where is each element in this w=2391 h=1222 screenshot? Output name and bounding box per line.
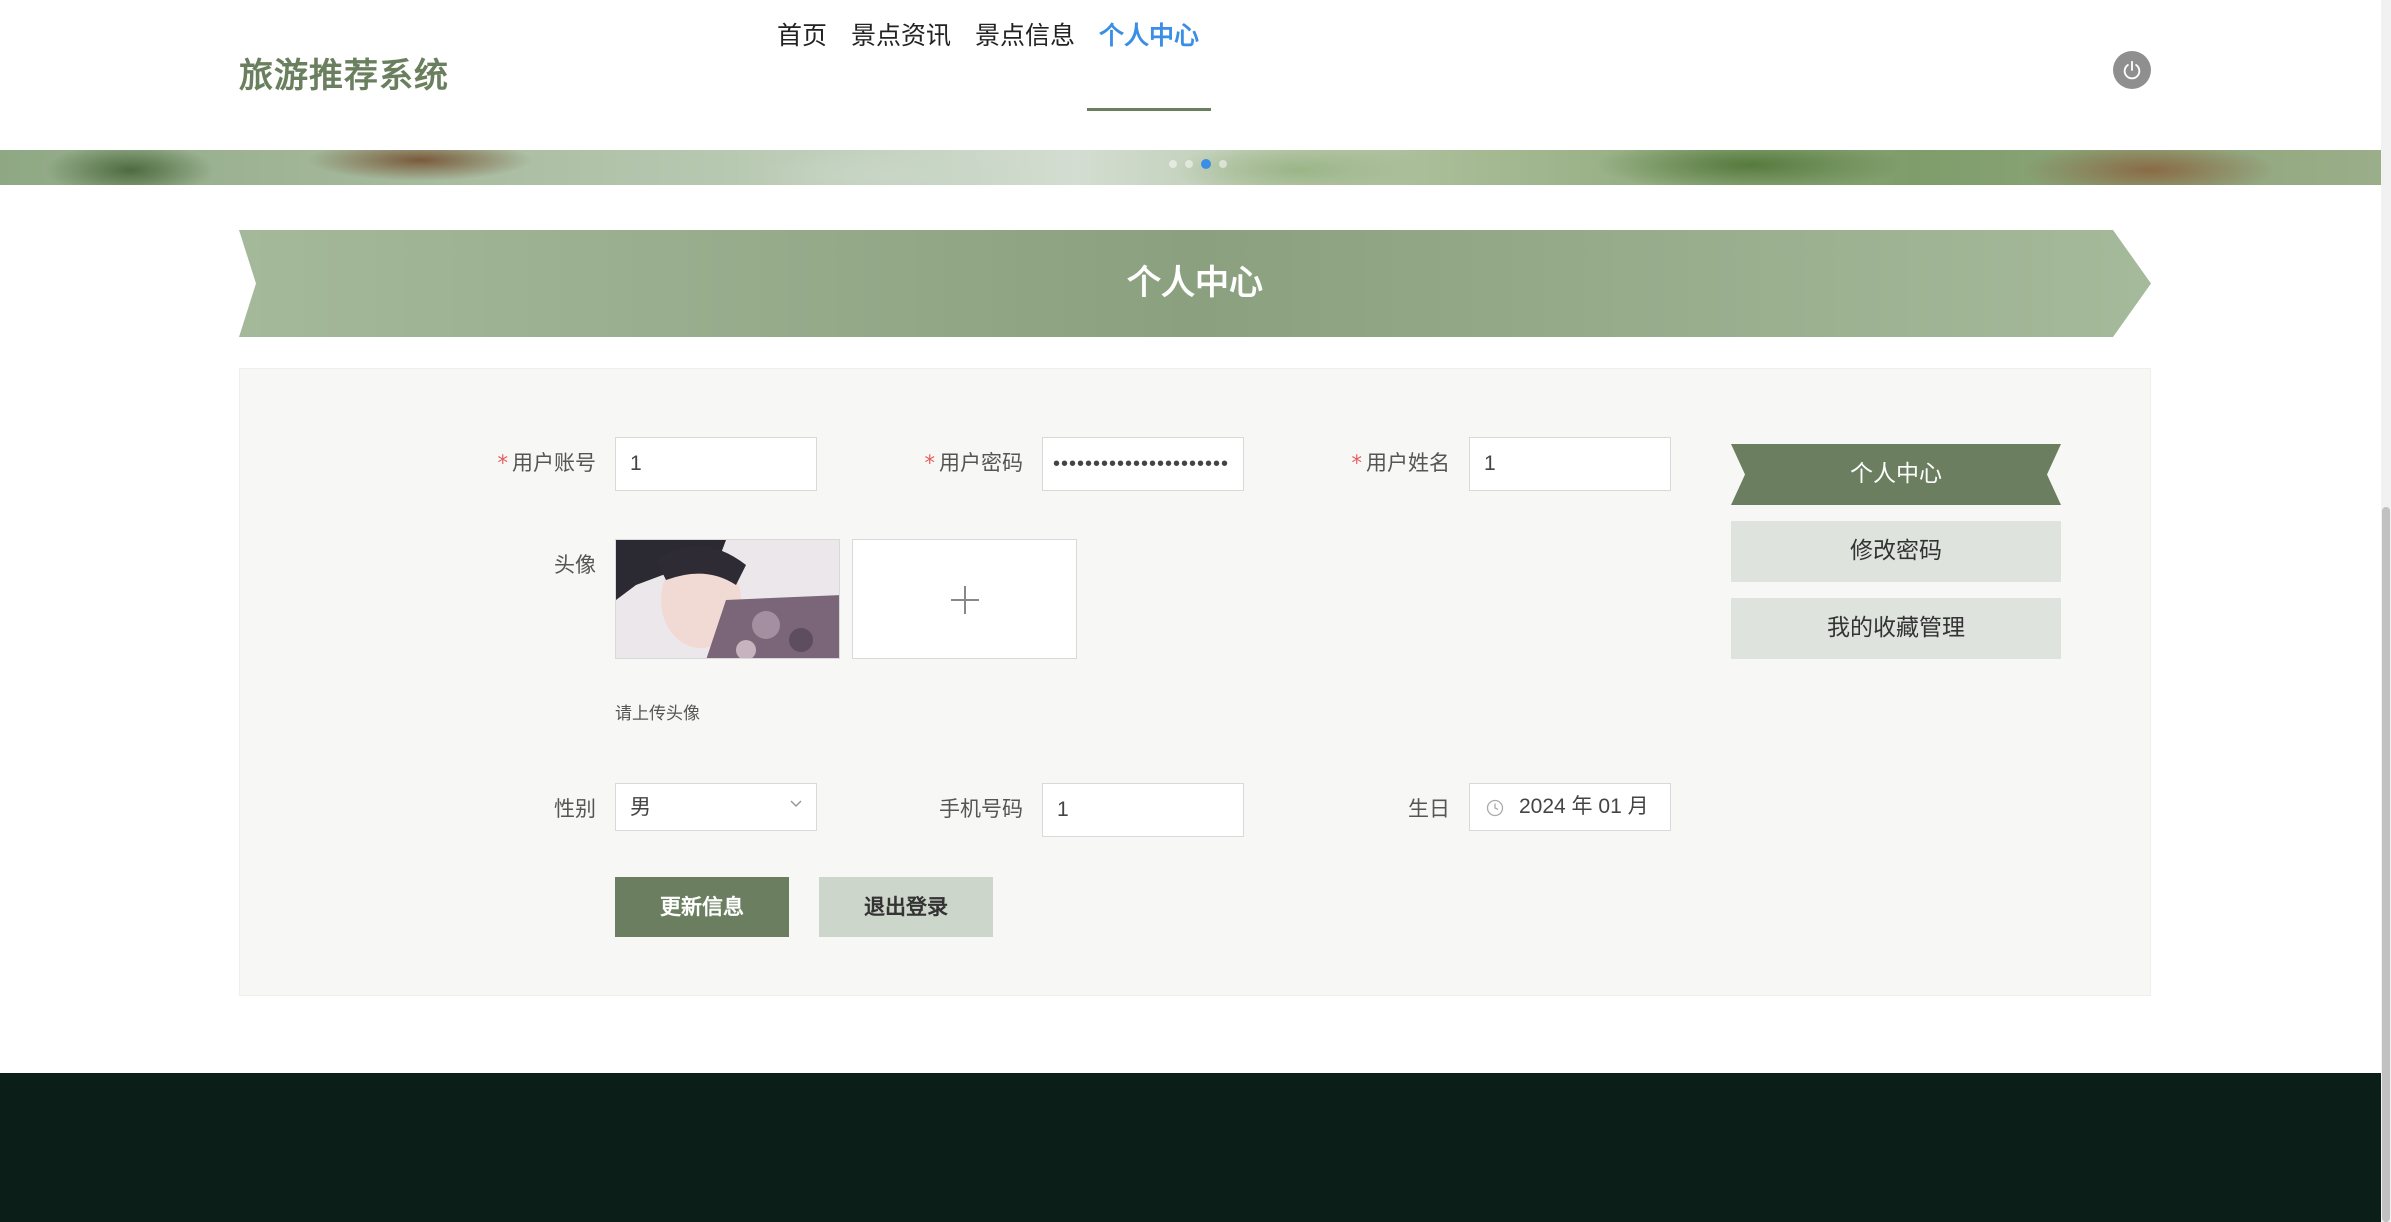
side-menu-change-password[interactable]: 修改密码 xyxy=(1731,521,2061,582)
nav-attraction-info[interactable]: 景点信息 xyxy=(963,0,1087,112)
chevron-down-icon xyxy=(790,800,802,808)
nav-home-label: 首页 xyxy=(777,21,828,50)
password-input[interactable]: •••••••••••••••••••••• xyxy=(1042,437,1244,491)
top-header: 旅游推荐系统 首页 景点资讯 景点信息 个人中心 xyxy=(0,0,2391,150)
nav-attraction-info-label: 景点信息 xyxy=(975,21,1076,50)
nav-home[interactable]: 首页 xyxy=(765,0,839,112)
main-nav: 首页 景点资讯 景点信息 个人中心 xyxy=(765,0,1212,112)
clock-icon xyxy=(1486,799,1504,817)
scrollbar-thumb[interactable] xyxy=(2382,507,2390,1222)
required-mark: * xyxy=(1351,451,1363,475)
avatar-hint: 请上传头像 xyxy=(615,704,700,724)
carousel-dots xyxy=(1169,159,1227,169)
nav-personal-center-label: 个人中心 xyxy=(1099,21,1200,50)
section-title: 个人中心 xyxy=(1127,263,1263,303)
logout-button[interactable]: 退出登录 xyxy=(819,877,993,937)
birthday-value: 2024 年 01 月 xyxy=(1519,795,1649,818)
avatar-label: 头像 xyxy=(554,553,596,577)
password-label: * 用户密码 xyxy=(924,451,1024,475)
phone-input[interactable]: 1 xyxy=(1042,783,1244,837)
carousel-dot[interactable] xyxy=(1169,160,1177,168)
side-menu-my-favorites[interactable]: 我的收藏管理 xyxy=(1731,598,2061,659)
required-mark: * xyxy=(497,451,509,475)
gender-label: 性别 xyxy=(554,797,596,821)
nav-attraction-news-label: 景点资讯 xyxy=(851,21,952,50)
plus-icon xyxy=(951,586,979,614)
power-icon[interactable] xyxy=(2113,51,2151,89)
avatar-portrait xyxy=(616,540,839,658)
birthday-label: 生日 xyxy=(1408,797,1450,821)
carousel-dot[interactable] xyxy=(1185,160,1193,168)
avatar-upload-button[interactable] xyxy=(852,539,1077,659)
update-info-button[interactable]: 更新信息 xyxy=(615,877,789,937)
birthday-picker[interactable]: 2024 年 01 月 xyxy=(1469,783,1671,831)
section-title-ribbon: 个人中心 xyxy=(239,230,2151,337)
carousel-dot-active[interactable] xyxy=(1201,159,1211,169)
phone-label: 手机号码 xyxy=(939,797,1023,821)
side-menu-label: 个人中心 xyxy=(1850,461,1942,487)
required-mark: * xyxy=(924,451,936,475)
name-input[interactable]: 1 xyxy=(1469,437,1671,491)
carousel-dot[interactable] xyxy=(1219,160,1227,168)
gender-value: 男 xyxy=(630,795,651,819)
nav-personal-center[interactable]: 个人中心 xyxy=(1087,0,1212,112)
account-input[interactable]: 1 xyxy=(615,437,817,491)
account-label: * 用户账号 xyxy=(497,451,597,475)
page-footer xyxy=(0,1073,2391,1222)
avatar-image[interactable] xyxy=(615,539,840,659)
name-label: * 用户姓名 xyxy=(1351,451,1451,475)
site-logo[interactable]: 旅游推荐系统 xyxy=(239,48,449,97)
nav-attraction-news[interactable]: 景点资讯 xyxy=(839,0,963,112)
side-menu-personal-center[interactable]: 个人中心 xyxy=(1731,444,2061,505)
gender-select[interactable]: 男 xyxy=(615,783,817,831)
